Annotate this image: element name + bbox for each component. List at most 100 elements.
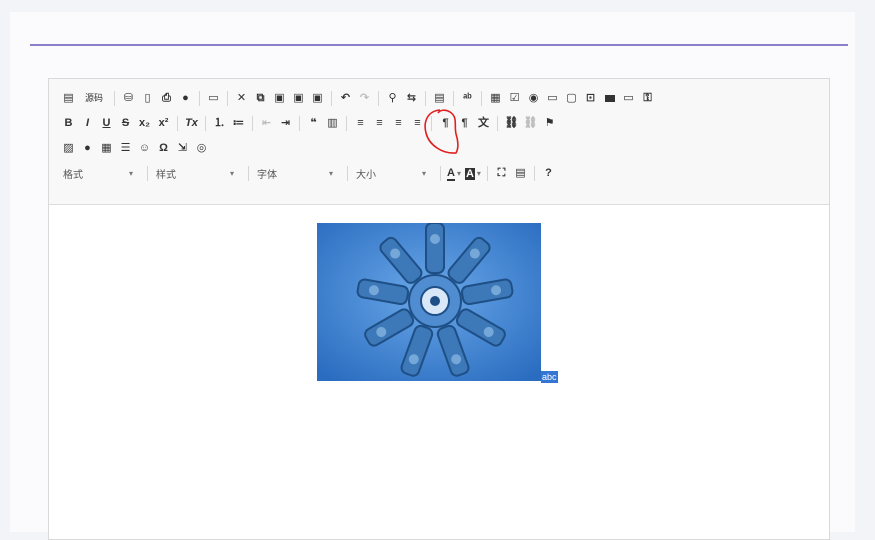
select-all-icon[interactable]: ▤ — [431, 90, 448, 107]
radio-icon[interactable]: ◉ — [525, 90, 542, 107]
bold-icon[interactable]: B — [60, 115, 77, 132]
paste-icon[interactable]: ▣ — [271, 90, 288, 107]
image-button-icon[interactable]: ▭ — [620, 90, 637, 107]
toolbar-separator — [299, 116, 300, 131]
toolbar-separator — [453, 91, 454, 106]
rich-text-editor: ▤ 源码 ⛁ ▯ ⎙ ● ▭ ✕ ⧉ ▣ ▣ ▣ ↶ ↷ ⚲ ⇆ ▤ ᵃᵇ ▦ … — [48, 78, 830, 540]
page-break-icon[interactable]: ⇲ — [174, 140, 191, 157]
align-left-icon[interactable]: ≡ — [352, 115, 369, 132]
maximize-icon[interactable]: ⛶ — [493, 165, 510, 182]
chevron-down-icon: ▾ — [456, 169, 461, 178]
replace-icon[interactable]: ⇆ — [403, 90, 420, 107]
toolbar-separator — [248, 166, 249, 181]
unlink-icon[interactable]: ⛓ — [522, 115, 539, 132]
language-icon[interactable]: 文 — [475, 115, 492, 132]
preview-icon[interactable]: ⎙ — [158, 90, 175, 107]
image-icon[interactable]: ▨ — [60, 140, 77, 157]
copy-icon[interactable]: ⧉ — [252, 90, 269, 107]
redo-icon[interactable]: ↷ — [356, 90, 373, 107]
iframe-icon[interactable]: ◎ — [193, 140, 210, 157]
selected-text[interactable]: abc — [541, 371, 558, 383]
link-icon[interactable]: ⛓ — [503, 115, 520, 132]
toolbar-row-1: ▤ 源码 ⛁ ▯ ⎙ ● ▭ ✕ ⧉ ▣ ▣ ▣ ↶ ↷ ⚲ ⇆ ▤ ᵃᵇ ▦ … — [59, 87, 819, 110]
show-blocks-icon[interactable]: ▤ — [512, 165, 529, 182]
toolbar-row-3: ▨ ● ▦ ☰ ☺ Ω ⇲ ◎ — [59, 137, 819, 160]
horizontal-rule-icon[interactable]: ☰ — [117, 140, 134, 157]
toolbar-row-4: 格式 ▾ 样式 ▾ 字体 ▾ 大小 ▾ A ▾ A ▾ ⛶ ▤ ? — [59, 162, 819, 185]
textarea-icon[interactable]: ▢ — [563, 90, 580, 107]
underline-icon[interactable]: U — [98, 115, 115, 132]
toolbar-separator — [252, 116, 253, 131]
source-button[interactable]: 源码 — [79, 90, 109, 107]
text-field-icon[interactable]: ▭ — [544, 90, 561, 107]
text-direction-rtl-icon[interactable]: ¶ — [456, 115, 473, 132]
header-accent-line — [30, 44, 848, 46]
toolbar-row-2: B I U S x₂ x² Tx ⒈ ≔ ⇤ ⇥ ❝ ▥ ≡ ≡ ≡ ≡ ¶ ¶… — [59, 112, 819, 135]
styles-combo-label: 样式 — [156, 170, 176, 181]
text-color-button[interactable]: A ▾ — [447, 167, 461, 181]
toolbar-separator — [481, 91, 482, 106]
toolbar-separator — [199, 91, 200, 106]
toolbar-separator — [114, 91, 115, 106]
outdent-icon[interactable]: ⇤ — [258, 115, 275, 132]
toolbar-separator — [147, 166, 148, 181]
font-combo-label: 字体 — [257, 170, 277, 181]
anchor-flag-icon[interactable]: ⚑ — [541, 115, 558, 132]
format-combo[interactable]: 格式 ▾ — [59, 165, 137, 183]
toolbar-separator — [486, 166, 488, 181]
special-char-icon[interactable]: Ω — [155, 140, 172, 157]
cut-icon[interactable]: ✕ — [233, 90, 250, 107]
button-field-icon[interactable] — [601, 90, 618, 107]
toolbar-separator — [227, 91, 228, 106]
smiley-icon[interactable]: ☺ — [136, 140, 153, 157]
styles-combo[interactable]: 样式 ▾ — [152, 165, 238, 183]
find-icon[interactable]: ⚲ — [384, 90, 401, 107]
bulleted-list-icon[interactable]: ≔ — [230, 115, 247, 132]
table-icon[interactable]: ▦ — [98, 140, 115, 157]
italic-icon[interactable]: I — [79, 115, 96, 132]
bg-color-button[interactable]: A ▾ — [464, 167, 481, 180]
inserted-image[interactable] — [317, 223, 541, 381]
text-direction-ltr-icon[interactable]: ¶ — [437, 115, 454, 132]
editor-content-area[interactable]: abc — [49, 205, 829, 535]
save-icon[interactable]: ⛁ — [120, 90, 137, 107]
align-center-icon[interactable]: ≡ — [371, 115, 388, 132]
toolbar-separator — [440, 166, 441, 181]
toolbar-separator — [431, 116, 432, 131]
toolbar-separator — [331, 91, 332, 106]
hidden-field-icon[interactable]: ⚿ — [639, 90, 656, 107]
source-icon[interactable]: ▤ — [60, 90, 77, 107]
text-color-label: A — [447, 166, 455, 181]
templates-icon[interactable]: ▭ — [205, 90, 222, 107]
spellcheck-icon[interactable]: ᵃᵇ — [459, 90, 476, 107]
remove-format-icon[interactable]: Tx — [183, 115, 200, 132]
align-right-icon[interactable]: ≡ — [390, 115, 407, 132]
chevron-down-icon: ▾ — [328, 169, 333, 178]
subscript-icon[interactable]: x₂ — [136, 115, 153, 132]
div-container-icon[interactable]: ▥ — [324, 115, 341, 132]
toolbar-separator — [378, 91, 379, 106]
toolbar-separator — [346, 116, 347, 131]
indent-icon[interactable]: ⇥ — [277, 115, 294, 132]
paste-text-icon[interactable]: ▣ — [290, 90, 307, 107]
new-page-icon[interactable]: ▯ — [139, 90, 156, 107]
numbered-list-icon[interactable]: ⒈ — [211, 115, 228, 132]
paste-word-icon[interactable]: ▣ — [309, 90, 326, 107]
undo-icon[interactable]: ↶ — [337, 90, 354, 107]
form-icon[interactable]: ▦ — [487, 90, 504, 107]
toolbar-separator — [533, 166, 535, 181]
bg-color-label: A — [464, 167, 475, 180]
strikethrough-icon[interactable]: S — [117, 115, 134, 132]
toolbar-separator — [177, 116, 178, 131]
blockquote-icon[interactable]: ❝ — [305, 115, 322, 132]
help-button[interactable]: ? — [540, 165, 557, 182]
font-combo[interactable]: 字体 ▾ — [253, 165, 337, 183]
size-combo-label: 大小 — [356, 170, 376, 181]
superscript-icon[interactable]: x² — [155, 115, 172, 132]
size-combo[interactable]: 大小 ▾ — [352, 165, 430, 183]
select-field-icon[interactable]: ⊡ — [582, 90, 599, 107]
print-icon[interactable]: ● — [177, 90, 194, 107]
flash-icon[interactable]: ● — [79, 140, 96, 157]
align-justify-icon[interactable]: ≡ — [409, 115, 426, 132]
checkbox-icon[interactable]: ☑ — [506, 90, 523, 107]
